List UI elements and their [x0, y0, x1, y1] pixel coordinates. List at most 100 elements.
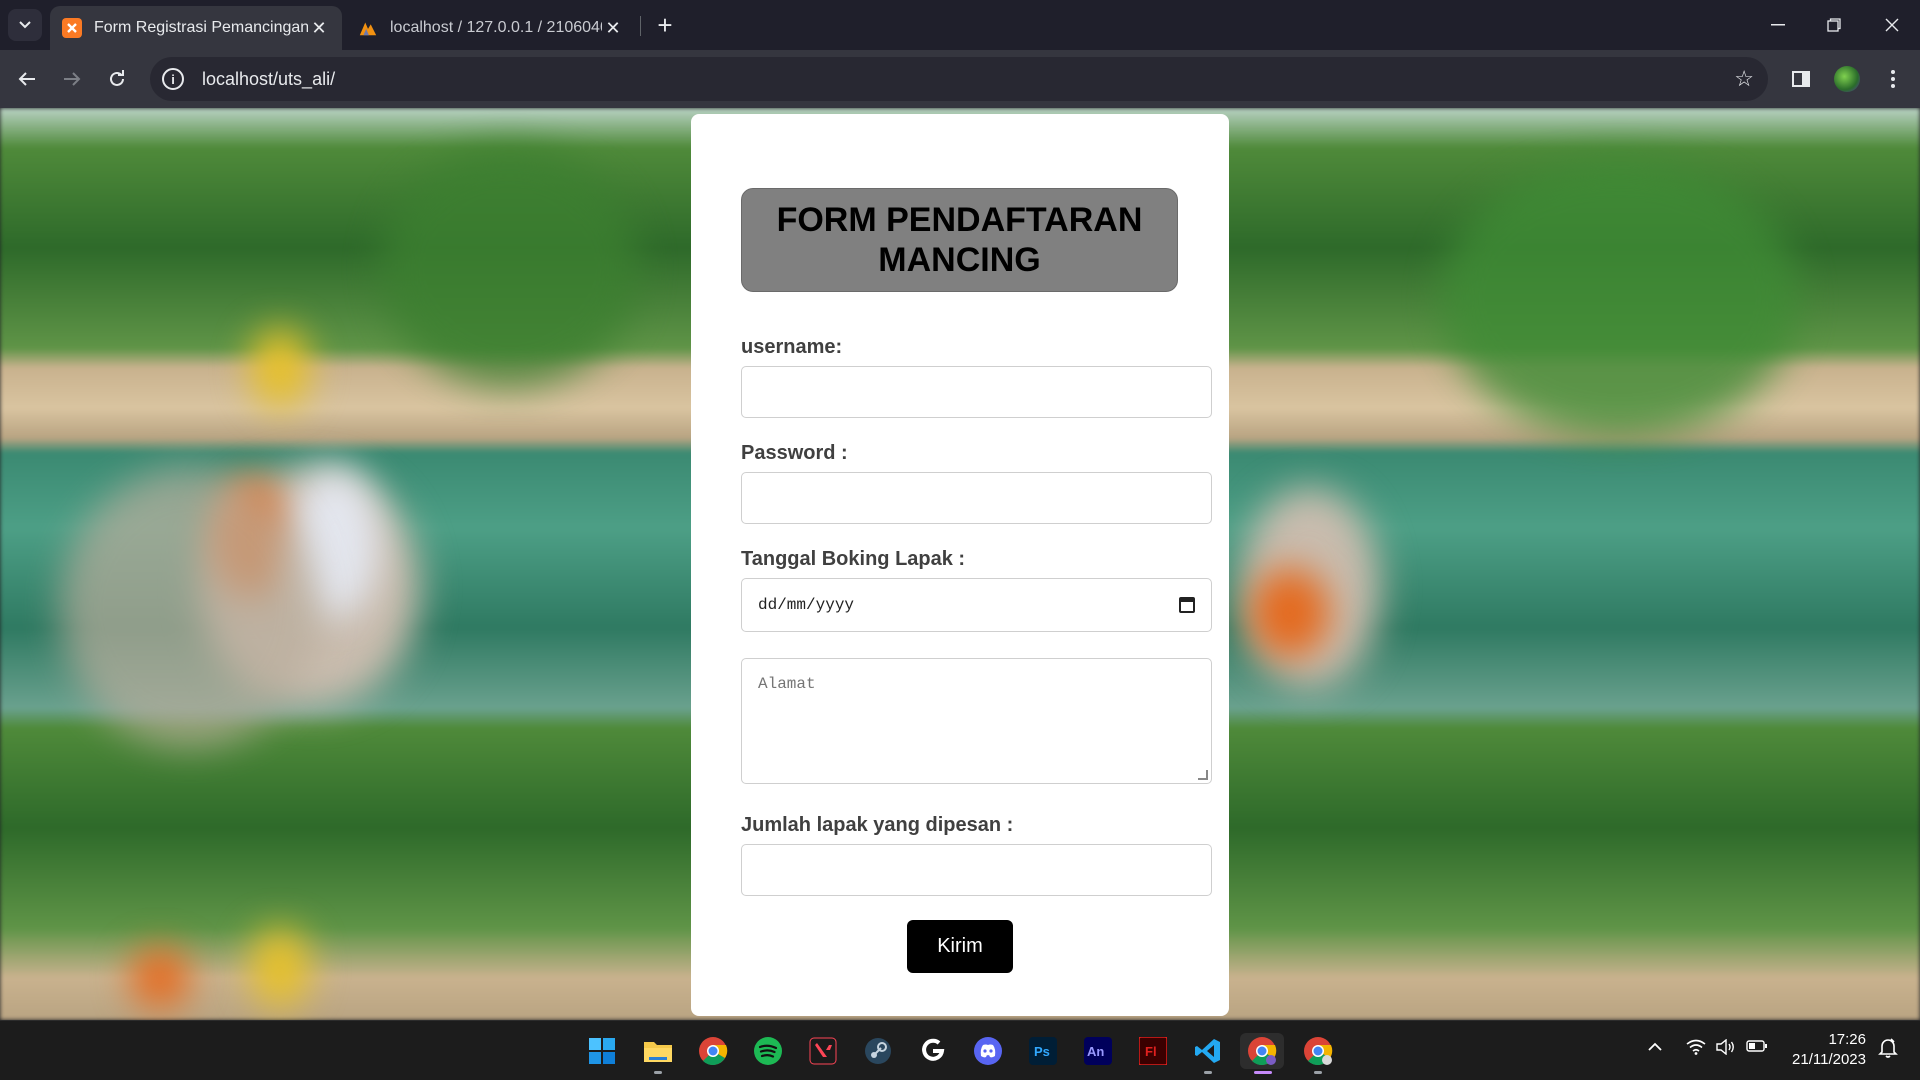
date-input[interactable]: dd/mm/yyyy — [742, 579, 1211, 631]
tab-form-registrasi[interactable]: Form Registrasi Pemancingan ✕ — [50, 6, 342, 50]
system-clock[interactable]: 17:26 21/11/2023 — [1792, 1030, 1866, 1070]
background-image — [380, 148, 640, 388]
photoshop-button[interactable]: Ps — [1025, 1033, 1061, 1069]
calendar-icon[interactable] — [1179, 597, 1195, 613]
discord-button[interactable] — [970, 1033, 1006, 1069]
flash-button[interactable]: Fl — [1135, 1033, 1171, 1069]
active-indicator — [1254, 1071, 1272, 1074]
vscode-button[interactable] — [1190, 1033, 1226, 1069]
username-field[interactable] — [741, 366, 1212, 418]
back-button[interactable] — [10, 62, 44, 96]
address-textarea[interactable] — [742, 659, 1211, 783]
valorant-button[interactable] — [805, 1033, 841, 1069]
battery-icon[interactable] — [1746, 1039, 1768, 1058]
animate-icon: An — [1084, 1037, 1112, 1065]
close-tab-icon[interactable]: ✕ — [308, 17, 330, 39]
discord-icon — [974, 1037, 1002, 1065]
resize-handle-icon[interactable] — [1198, 770, 1208, 780]
background-image — [130, 948, 190, 1008]
animate-button[interactable]: An — [1080, 1033, 1116, 1069]
address-bar[interactable]: i localhost/uts_ali/ ☆ — [150, 57, 1768, 101]
menu-button[interactable] — [1876, 62, 1910, 96]
side-panel-icon — [1792, 71, 1810, 87]
logitech-g-icon — [922, 1038, 945, 1061]
tab-search-button[interactable] — [8, 9, 42, 41]
clock-date: 21/11/2023 — [1792, 1051, 1866, 1068]
logitech-g-button[interactable] — [915, 1033, 951, 1069]
spotify-button[interactable] — [750, 1033, 786, 1069]
windows-start-button[interactable] — [584, 1033, 620, 1069]
chrome-button[interactable] — [695, 1033, 731, 1069]
submit-button[interactable]: Kirim — [907, 920, 1013, 973]
tray-overflow-chevron-icon[interactable] — [1648, 1039, 1662, 1057]
background-image — [60, 468, 320, 748]
profile-button[interactable] — [1830, 62, 1864, 96]
volume-icon[interactable] — [1716, 1038, 1736, 1060]
minimize-icon — [1771, 24, 1785, 26]
password-label: Password : — [741, 442, 848, 464]
close-icon — [1885, 18, 1899, 32]
new-tab-button[interactable]: + — [650, 10, 680, 40]
file-explorer-button[interactable] — [640, 1033, 676, 1069]
chrome-active-icon — [1248, 1037, 1277, 1066]
page-viewport: FORM PENDAFTARAN MANCING username: Passw… — [0, 108, 1920, 1020]
chrome-icon — [699, 1037, 728, 1066]
vscode-icon — [1195, 1039, 1220, 1063]
phpmyadmin-icon — [358, 18, 378, 38]
running-indicator — [1204, 1071, 1212, 1074]
side-panel-button[interactable] — [1784, 62, 1818, 96]
date-placeholder: dd/mm/yyyy — [758, 596, 855, 614]
chrome-beta-icon — [1304, 1037, 1333, 1066]
spotify-icon — [754, 1037, 782, 1065]
form-header: FORM PENDAFTARAN MANCING — [741, 188, 1178, 292]
quantity-label: Jumlah lapak yang dipesan : — [741, 814, 1014, 836]
arrow-left-icon — [18, 72, 35, 86]
avatar — [1834, 66, 1860, 92]
bookmark-star-icon[interactable]: ☆ — [1734, 66, 1754, 92]
username-input[interactable] — [742, 367, 1211, 417]
site-info-icon[interactable]: i — [162, 68, 184, 90]
chrome-beta-button[interactable] — [1300, 1033, 1336, 1069]
background-image — [1440, 158, 1800, 438]
running-indicator — [654, 1071, 662, 1074]
tab-title: Form Registrasi Pemancingan — [94, 19, 308, 36]
arrow-right-icon — [64, 72, 81, 86]
wifi-icon[interactable] — [1686, 1039, 1706, 1060]
close-window-button[interactable] — [1864, 0, 1920, 50]
tab-title: localhost / 127.0.0.1 / 2106040 — [390, 19, 602, 36]
background-image — [250, 928, 310, 1008]
background-image — [250, 328, 310, 408]
password-input[interactable] — [742, 473, 1211, 523]
browser-tab-bar: Form Registrasi Pemancingan ✕ localhost … — [0, 0, 1920, 50]
photoshop-icon: Ps — [1029, 1037, 1057, 1065]
password-field[interactable] — [741, 472, 1212, 524]
close-tab-icon[interactable]: ✕ — [602, 17, 624, 39]
file-explorer-icon — [644, 1042, 672, 1062]
flash-icon: Fl — [1139, 1037, 1167, 1065]
running-indicator — [1314, 1071, 1322, 1074]
notification-icon[interactable] — [1878, 1037, 1898, 1064]
quantity-input[interactable] — [742, 845, 1211, 895]
steam-button[interactable] — [860, 1033, 896, 1069]
clock-time: 17:26 — [1828, 1031, 1866, 1048]
svg-text:An: An — [1087, 1044, 1104, 1059]
svg-text:Ps: Ps — [1034, 1044, 1050, 1059]
restore-button[interactable] — [1806, 0, 1862, 50]
date-label: Tanggal Boking Lapak : — [741, 548, 966, 570]
username-label: username: — [741, 336, 843, 358]
booking-date-field[interactable]: dd/mm/yyyy — [741, 578, 1212, 632]
url-text[interactable]: localhost/uts_ali/ — [202, 69, 335, 90]
reload-icon — [110, 70, 124, 86]
minimize-button[interactable] — [1750, 0, 1806, 50]
xampp-icon — [62, 18, 82, 38]
reload-button[interactable] — [100, 62, 134, 96]
windows-taskbar: Ps An Fl 17:26 21/11/2023 — [0, 1020, 1920, 1080]
tab-phpmyadmin[interactable]: localhost / 127.0.0.1 / 2106040 ✕ — [346, 6, 636, 50]
registration-form-card: FORM PENDAFTARAN MANCING username: Passw… — [691, 114, 1229, 1016]
quantity-field[interactable] — [741, 844, 1212, 896]
chrome-active-button[interactable] — [1240, 1033, 1284, 1069]
page-title: FORM PENDAFTARAN MANCING — [776, 201, 1143, 279]
forward-button[interactable] — [55, 62, 89, 96]
background-image — [1250, 568, 1330, 658]
address-field[interactable] — [741, 658, 1212, 784]
